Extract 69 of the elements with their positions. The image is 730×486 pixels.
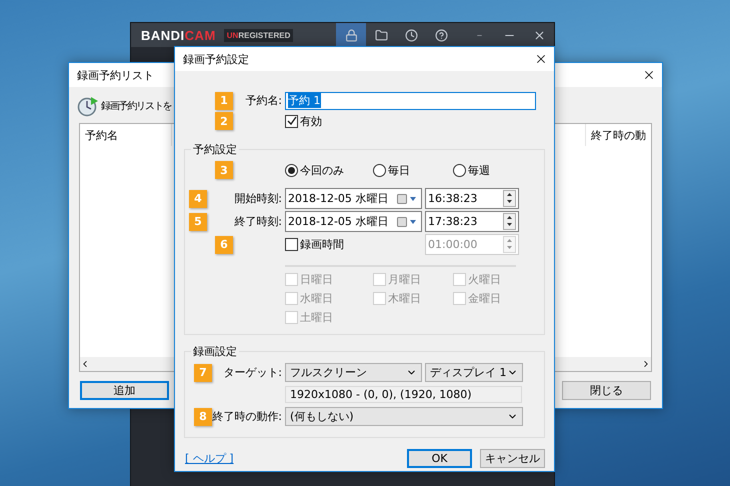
date-picker[interactable]: 2018-12-05 水曜日 — [285, 188, 422, 209]
spin-buttons[interactable] — [503, 213, 516, 230]
help-icon[interactable] — [434, 28, 448, 42]
checkbox[interactable] — [285, 114, 298, 128]
window-title: 録画予約設定 — [183, 52, 250, 66]
time-field[interactable]: 17:38:23 — [425, 211, 519, 232]
dialog-button[interactable]: キャンセル — [480, 449, 545, 468]
checkbox-label: 水曜日 — [300, 291, 333, 306]
step-marker: 5 — [189, 212, 207, 230]
calendar-icon[interactable] — [397, 216, 417, 226]
spin-up-icon[interactable] — [504, 214, 515, 221]
folder-icon[interactable] — [374, 28, 388, 42]
spin-down-icon[interactable] — [504, 198, 515, 205]
radio-button[interactable] — [285, 164, 298, 176]
checkbox-label: 月曜日 — [388, 272, 421, 287]
checkbox-label: 有効 — [300, 114, 322, 128]
display-dropdown[interactable]: ディスプレイ 1 — [425, 363, 523, 382]
calendar-icon[interactable] — [397, 194, 417, 204]
radio-button[interactable] — [373, 164, 386, 176]
field-label: ターゲット: — [223, 365, 282, 380]
target-dropdown[interactable]: フルスクリーン — [285, 363, 422, 382]
field-label: 終了時刻: — [234, 214, 282, 229]
clock-icon[interactable] — [404, 28, 418, 42]
group-legend: 録画設定 — [191, 344, 239, 359]
field-label: 終了時の動作: — [212, 409, 282, 424]
field-label: 予約名: — [245, 93, 282, 108]
list-heading: 録画予約リストを — [101, 100, 172, 112]
capture-area-field: 1920x1080 - (0, 0), (1920, 1080) — [285, 386, 522, 402]
spin-buttons[interactable] — [503, 190, 516, 207]
spin-up-icon[interactable] — [504, 191, 515, 198]
step-marker: 6 — [215, 236, 233, 254]
checkbox-label: 火曜日 — [468, 272, 501, 287]
end-action-dropdown[interactable]: (何もしない) — [285, 407, 523, 426]
checkbox-label: 土曜日 — [300, 310, 333, 325]
dialog-button[interactable]: 追加 — [80, 381, 169, 400]
close-icon[interactable] — [534, 52, 548, 66]
step-marker: 7 — [194, 364, 212, 382]
step-marker: 4 — [189, 190, 207, 208]
column-header[interactable]: 予約名 — [80, 124, 172, 146]
license-badge: UNREGISTERED — [224, 28, 294, 42]
checkbox-label: 金曜日 — [468, 291, 501, 306]
group-legend: 予約設定 — [191, 142, 239, 157]
step-marker: 2 — [215, 112, 233, 130]
column-header[interactable]: 終了時の動 — [585, 124, 651, 146]
radio-label: 毎日 — [388, 162, 410, 178]
time-field[interactable]: 16:38:23 — [425, 188, 519, 209]
step-marker: 1 — [215, 92, 233, 110]
radio-button[interactable] — [453, 164, 466, 176]
close-icon[interactable] — [642, 68, 656, 82]
checkbox-label: 日曜日 — [300, 272, 333, 287]
close-icon[interactable] — [532, 28, 546, 42]
checkbox-label: 木曜日 — [388, 291, 421, 306]
lock-button[interactable] — [336, 23, 366, 47]
name-field[interactable]: 予約 1 — [285, 92, 536, 110]
spin-down-icon[interactable] — [504, 221, 515, 228]
schedule-clock-icon — [77, 94, 99, 116]
app-logo: BANDICAM — [141, 28, 216, 42]
dialog-button[interactable]: 閉じる — [562, 381, 651, 400]
date-picker[interactable]: 2018-12-05 水曜日 — [285, 211, 422, 232]
step-marker: 8 — [194, 408, 212, 426]
window-title: 録画予約リスト — [77, 68, 155, 82]
help-link[interactable]: [ ヘルプ ] — [185, 451, 234, 466]
lock-icon[interactable] — [344, 28, 358, 42]
field-label: 開始時刻: — [234, 191, 282, 206]
dialog-button[interactable]: OK — [407, 449, 472, 468]
checkbox-label: 録画時間 — [300, 237, 344, 252]
radio-label: 今回のみ — [300, 162, 344, 178]
step-marker: 3 — [215, 161, 233, 179]
radio-label: 毎週 — [468, 162, 490, 178]
